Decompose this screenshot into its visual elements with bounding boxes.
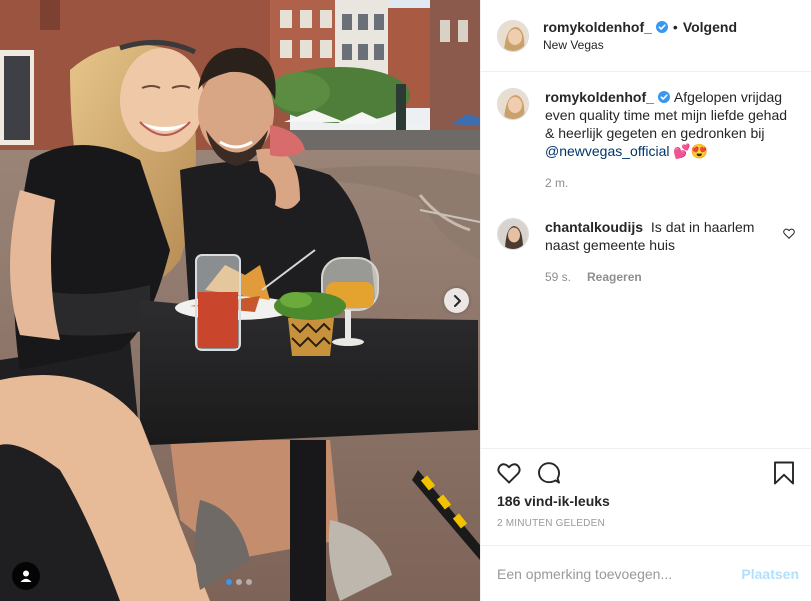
carousel-dot	[236, 579, 242, 585]
caption-time[interactable]: 2 m.	[545, 174, 568, 192]
comment-input[interactable]	[497, 565, 742, 582]
carousel-dot-active	[226, 579, 232, 585]
follow-button[interactable]: Volgend	[683, 18, 737, 36]
like-comment-button[interactable]	[783, 226, 795, 242]
post-comment-button[interactable]: Plaatsen	[741, 566, 799, 582]
photo-scene	[0, 0, 480, 601]
post-header: romykoldenhof_ • Volgend New Vegas	[481, 0, 811, 72]
carousel-indicator	[226, 579, 252, 585]
mention-link[interactable]: @newvegas_official	[545, 143, 669, 159]
caption: romykoldenhof_ Afgelopen vrijdag even qua…	[497, 88, 795, 192]
username[interactable]: romykoldenhof_	[543, 18, 652, 36]
comment-button[interactable]	[537, 461, 561, 485]
verified-badge-icon	[655, 20, 668, 33]
avatar[interactable]	[497, 88, 529, 120]
comments-section: romykoldenhof_ Afgelopen vrijdag even qua…	[481, 72, 811, 448]
heart-icon	[497, 463, 521, 484]
header-separator: •	[672, 18, 678, 35]
heart-icon	[783, 228, 795, 239]
likes-count[interactable]: 186 vind-ik-leuks	[497, 493, 795, 509]
comment: chantalkoudijs Is dat in haarlem naast g…	[497, 218, 795, 286]
post-panel: romykoldenhof_ • Volgend New Vegas romyk…	[480, 0, 811, 601]
comment-time[interactable]: 59 s.	[545, 268, 571, 286]
caption-emoji: 💕😍	[669, 143, 709, 159]
post-actions: 186 vind-ik-leuks 2 MINUTEN GELEDEN	[481, 448, 811, 545]
post-photo[interactable]	[0, 0, 480, 601]
avatar[interactable]	[497, 19, 529, 52]
avatar[interactable]	[497, 218, 529, 250]
carousel-dot	[246, 579, 252, 585]
save-button[interactable]	[773, 461, 795, 485]
like-button[interactable]	[497, 462, 521, 484]
post-modal: romykoldenhof_ • Volgend New Vegas romyk…	[0, 0, 811, 601]
bookmark-icon	[774, 461, 794, 485]
user-tag-icon	[20, 570, 32, 582]
avatar-image	[498, 219, 528, 249]
avatar-image	[498, 89, 528, 119]
tagged-users-button[interactable]	[12, 562, 40, 590]
chevron-right-icon	[453, 294, 461, 307]
next-slide-button[interactable]	[444, 288, 469, 313]
reply-button[interactable]: Reageren	[587, 268, 642, 286]
post-timestamp[interactable]: 2 MINUTEN GELEDEN	[497, 518, 795, 545]
comment-icon	[538, 462, 560, 484]
comment-username[interactable]: chantalkoudijs	[545, 219, 647, 235]
avatar-image	[498, 20, 528, 51]
caption-username[interactable]: romykoldenhof_	[545, 89, 654, 105]
verified-badge-icon	[657, 91, 670, 103]
location-link[interactable]: New Vegas	[543, 36, 737, 54]
add-comment-bar: Plaatsen	[481, 545, 811, 601]
